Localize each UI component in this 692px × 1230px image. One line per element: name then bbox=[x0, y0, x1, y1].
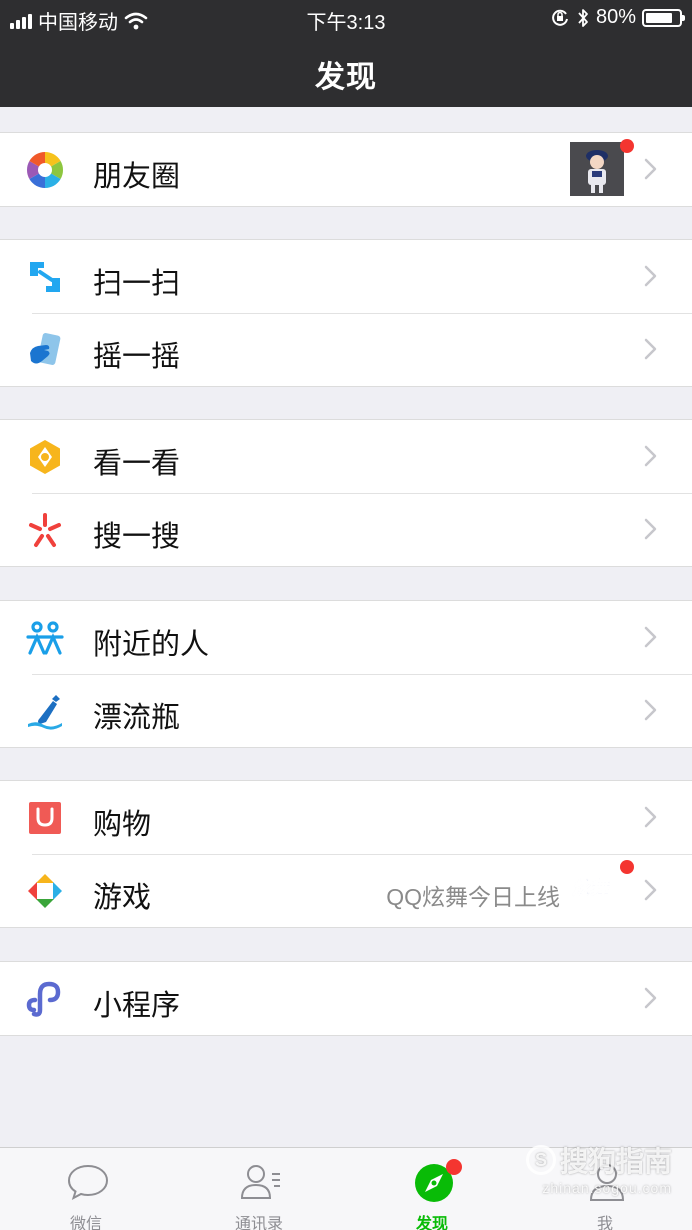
scan-icon bbox=[30, 262, 60, 292]
chevron-right-icon bbox=[644, 879, 657, 901]
tab-discover-badge bbox=[446, 1159, 462, 1175]
drift-bottle-label: 漂流瓶 bbox=[93, 702, 181, 734]
watermark-logo-icon: S bbox=[525, 1145, 556, 1175]
moments-icon bbox=[26, 152, 64, 188]
list-item-scan[interactable]: 扫一扫 bbox=[0, 240, 692, 313]
navigation-bar: 发现 bbox=[0, 36, 692, 107]
battery-percent: 80% bbox=[595, 6, 636, 28]
scan-shake-group: 扫一扫 摇一摇 bbox=[0, 239, 692, 387]
moments-thumbnail bbox=[570, 142, 624, 196]
people-nearby-icon bbox=[26, 621, 64, 655]
drift-bottle-icon bbox=[28, 695, 62, 730]
top-stories-label: 看一看 bbox=[93, 448, 181, 480]
shopping-label: 购物 bbox=[93, 809, 152, 841]
tab-contacts[interactable]: 通讯录 bbox=[209, 1148, 309, 1230]
list-item-moments[interactable]: 朋友圈 bbox=[0, 133, 692, 206]
games-promo-text: QQ炫舞今日上线 bbox=[386, 884, 560, 910]
status-bar: 中国移动 下午3:13 80% bbox=[0, 0, 692, 36]
search-icon bbox=[29, 513, 61, 547]
mini-programs-label: 小程序 bbox=[93, 990, 181, 1022]
stories-search-group: 看一看 搜一搜 bbox=[0, 419, 692, 567]
list-item-mini-programs[interactable]: 小程序 bbox=[0, 962, 692, 1035]
games-icon bbox=[28, 874, 62, 908]
tab-chats-label: 微信 bbox=[69, 1216, 102, 1230]
tab-me-label: 我 bbox=[596, 1216, 613, 1230]
list-item-drift-bottle[interactable]: 漂流瓶 bbox=[0, 674, 692, 747]
tab-contacts-label: 通讯录 bbox=[234, 1216, 283, 1230]
moments-badge bbox=[620, 139, 634, 153]
games-promo-thumbnail: 炫舞 bbox=[572, 878, 612, 900]
chevron-right-icon bbox=[644, 338, 657, 360]
list-item-shake[interactable]: 摇一摇 bbox=[0, 313, 692, 386]
chat-bubble-icon bbox=[67, 1164, 109, 1201]
status-right: 80% bbox=[550, 6, 685, 29]
top-stories-icon bbox=[30, 440, 60, 474]
mini-programs-icon bbox=[26, 981, 61, 1017]
moments-label: 朋友圈 bbox=[93, 161, 181, 193]
scan-label: 扫一扫 bbox=[93, 268, 181, 300]
list-item-shopping[interactable]: 购物 bbox=[0, 781, 692, 854]
rotation-lock-icon bbox=[552, 9, 568, 26]
chevron-right-icon bbox=[644, 987, 657, 1009]
list-item-top-stories[interactable]: 看一看 bbox=[0, 420, 692, 493]
chevron-right-icon bbox=[644, 445, 657, 467]
tab-discover[interactable]: 发现 bbox=[382, 1148, 482, 1230]
watermark-brand: 搜狗指南 bbox=[559, 1146, 672, 1177]
page-title: 发现 bbox=[315, 61, 377, 94]
chevron-right-icon bbox=[644, 699, 657, 721]
shopping-games-group: 购物 游戏 QQ炫舞今日上线 炫舞 bbox=[0, 780, 692, 928]
chevron-right-icon bbox=[644, 158, 657, 180]
tab-chats[interactable]: 微信 bbox=[36, 1148, 136, 1230]
mini-programs-group: 小程序 bbox=[0, 961, 692, 1036]
people-nearby-label: 附近的人 bbox=[93, 629, 210, 661]
watermark-url: zhinan.sogou.com bbox=[542, 1180, 672, 1196]
chevron-right-icon bbox=[644, 265, 657, 287]
shake-label: 摇一摇 bbox=[93, 341, 181, 373]
contacts-icon bbox=[240, 1165, 280, 1199]
games-badge bbox=[620, 860, 634, 874]
list-item-people-nearby[interactable]: 附近的人 bbox=[0, 601, 692, 674]
moments-group: 朋友圈 bbox=[0, 132, 692, 207]
tab-discover-label: 发现 bbox=[415, 1216, 448, 1230]
games-promo-badge-text: 炫舞 bbox=[572, 878, 611, 899]
shake-icon bbox=[30, 333, 61, 365]
chevron-right-icon bbox=[644, 626, 657, 648]
bluetooth-icon bbox=[578, 8, 588, 27]
search-label: 搜一搜 bbox=[93, 521, 181, 553]
games-label: 游戏 bbox=[93, 882, 152, 914]
chevron-right-icon bbox=[644, 806, 657, 828]
watermark-brand-row: S 搜狗指南 bbox=[525, 1140, 672, 1180]
battery-icon bbox=[642, 8, 685, 27]
nearby-bottle-group: 附近的人 漂流瓶 bbox=[0, 600, 692, 748]
list-item-search[interactable]: 搜一搜 bbox=[0, 493, 692, 566]
shopping-icon bbox=[29, 802, 61, 834]
chevron-right-icon bbox=[644, 518, 657, 540]
list-item-games[interactable]: 游戏 QQ炫舞今日上线 炫舞 bbox=[0, 854, 692, 927]
watermark: S 搜狗指南 zhinan.sogou.com bbox=[525, 1140, 672, 1196]
